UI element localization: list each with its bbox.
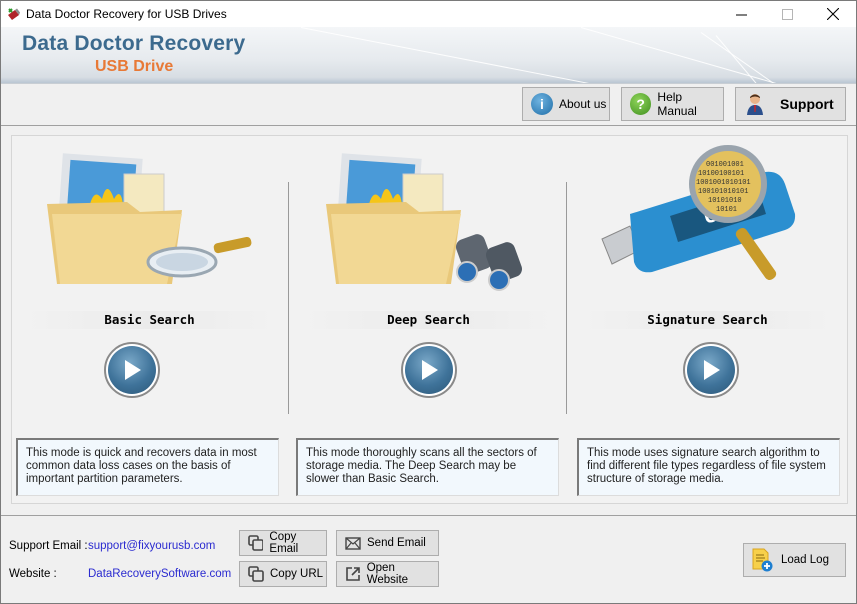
about-us-button[interactable]: i About us — [522, 87, 610, 121]
help-icon: ? — [630, 93, 652, 115]
signature-search-start-button[interactable] — [683, 342, 739, 398]
copy-icon — [248, 535, 264, 551]
brand-title: Data Doctor Recovery — [22, 32, 246, 55]
support-label: Support — [780, 96, 834, 112]
open-website-label: Open Website — [366, 562, 409, 586]
svg-text:1001001010101: 1001001010101 — [696, 179, 751, 187]
app-usb-icon — [8, 8, 20, 20]
folder-magnifier-illustration — [47, 153, 252, 284]
support-button[interactable]: Support — [735, 87, 846, 121]
support-email-label: Support Email : — [9, 540, 88, 552]
copy-icon — [248, 566, 264, 582]
svg-text:100101010101: 100101010101 — [698, 188, 748, 196]
external-link-icon — [346, 567, 360, 581]
basic-search-column: Basic Search This mode is quick and reco… — [12, 136, 291, 505]
play-icon — [704, 360, 720, 380]
copy-email-label: Copy Email — [269, 531, 299, 555]
app-window: Data Doctor Recovery for USB Drives Data… — [0, 0, 857, 604]
svg-text:10100100101: 10100100101 — [698, 170, 744, 178]
svg-text:001001001: 001001001 — [706, 161, 744, 169]
deep-search-column: Deep Search This mode thoroughly scans a… — [291, 136, 570, 505]
deep-search-title: Deep Search — [301, 311, 556, 329]
load-log-label: Load Log — [781, 554, 829, 566]
basic-search-description: This mode is quick and recovers data in … — [16, 438, 279, 496]
window-title: Data Doctor Recovery for USB Drives — [26, 7, 227, 21]
minimize-button[interactable] — [718, 1, 764, 27]
title-bar: Data Doctor Recovery for USB Drives — [1, 1, 856, 27]
signature-search-column: USB 001001001 10100100101 1001001010101 … — [570, 136, 849, 505]
close-button[interactable] — [810, 1, 856, 27]
support-email-link[interactable]: support@fixyourusb.com — [88, 540, 215, 552]
open-website-button[interactable]: Open Website — [336, 561, 439, 587]
usb-magnifier-illustration: USB 001001001 10100100101 1001001010101 … — [601, 145, 796, 281]
maximize-icon — [781, 8, 793, 20]
basic-search-start-button[interactable] — [104, 342, 160, 398]
load-log-icon — [752, 548, 773, 572]
deep-search-start-button[interactable] — [401, 342, 457, 398]
close-icon — [827, 8, 839, 20]
maximize-button[interactable] — [764, 1, 810, 27]
website-link[interactable]: DataRecoverySoftware.com — [88, 568, 231, 580]
svg-text:10101010: 10101010 — [708, 197, 742, 205]
column-divider — [566, 182, 567, 414]
recovery-modes-panel: Basic Search This mode is quick and reco… — [11, 135, 848, 504]
folder-binoculars-illustration — [326, 153, 522, 291]
info-icon: i — [531, 93, 553, 115]
basic-search-title: Basic Search — [22, 311, 277, 329]
play-icon — [422, 360, 438, 380]
header-banner: Data Doctor Recovery USB Drive — [1, 27, 856, 83]
send-email-label: Send Email — [367, 537, 426, 549]
minimize-icon — [735, 14, 747, 15]
signature-search-description: This mode uses signature search algorith… — [577, 438, 840, 496]
signature-search-title: Signature Search — [580, 311, 835, 329]
column-divider — [288, 182, 289, 414]
website-label: Website : — [9, 568, 57, 580]
content-top-divider — [1, 125, 856, 126]
help-manual-label: Help Manual — [657, 90, 697, 118]
deep-search-description: This mode thoroughly scans all the secto… — [296, 438, 559, 496]
brand-subtitle: USB Drive — [95, 58, 174, 75]
copy-url-label: Copy URL — [270, 568, 324, 580]
send-email-button[interactable]: Send Email — [336, 530, 439, 556]
play-icon — [125, 360, 141, 380]
svg-text:10101: 10101 — [716, 206, 737, 214]
load-log-button[interactable]: Load Log — [743, 543, 846, 577]
copy-email-button[interactable]: Copy Email — [239, 530, 327, 556]
about-us-label: About us — [559, 97, 607, 111]
footer-divider — [1, 515, 856, 516]
envelope-icon — [345, 536, 361, 550]
help-manual-button[interactable]: ? Help Manual — [621, 87, 724, 121]
copy-url-button[interactable]: Copy URL — [239, 561, 327, 587]
support-person-icon — [747, 94, 763, 115]
toolbar-divider — [1, 83, 856, 84]
